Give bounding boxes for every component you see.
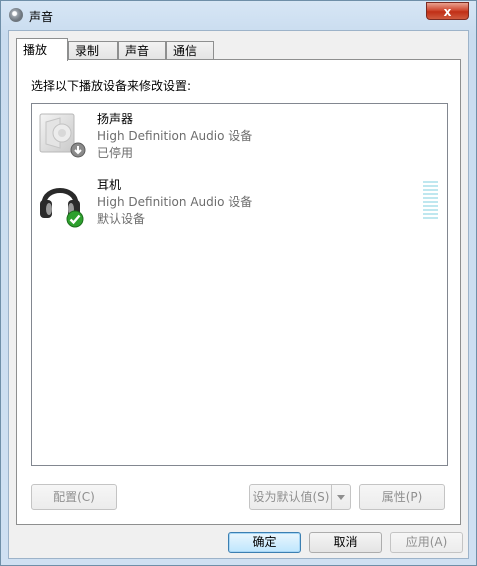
- dialog-client-area: 播放 录制 声音 通信 选择以下播放设备来修改设置: 扬声器 High Defi…: [8, 30, 469, 559]
- configure-button[interactable]: 配置(C): [31, 484, 117, 510]
- properties-button[interactable]: 属性(P): [359, 484, 445, 510]
- chevron-down-icon[interactable]: [331, 485, 350, 509]
- apply-button[interactable]: 应用(A): [390, 532, 463, 553]
- window-title: 声音: [29, 10, 54, 24]
- list-item-speaker[interactable]: 扬声器 High Definition Audio 设备 已停用: [34, 108, 444, 172]
- close-button[interactable]: x: [426, 2, 469, 20]
- list-item-headphones[interactable]: 耳机 High Definition Audio 设备 默认设备: [34, 174, 444, 238]
- device-status: 默认设备: [97, 212, 146, 226]
- ok-button[interactable]: 确定: [228, 532, 301, 553]
- set-default-label: 设为默认值(S): [252, 490, 330, 504]
- device-status: 已停用: [97, 146, 134, 160]
- speaker-app-icon: [9, 8, 23, 22]
- title-bar[interactable]: 声音 x: [1, 1, 476, 29]
- tab-recording[interactable]: 录制: [68, 41, 118, 60]
- sound-dialog-window: 声音 x 播放 录制 声音 通信 选择以下播放设备来修改设置: 扬声器 High…: [0, 0, 477, 566]
- disabled-arrow-badge-icon: [70, 142, 86, 158]
- device-list[interactable]: 扬声器 High Definition Audio 设备 已停用 耳机 High…: [31, 103, 448, 466]
- volume-level-meter: [423, 181, 438, 221]
- tab-sounds[interactable]: 声音: [118, 41, 166, 60]
- tab-communications[interactable]: 通信: [166, 41, 214, 60]
- default-check-badge-icon: [66, 210, 84, 228]
- set-default-split-button[interactable]: 设为默认值(S): [249, 484, 351, 510]
- device-description: High Definition Audio 设备: [97, 129, 253, 143]
- cancel-button[interactable]: 取消: [309, 532, 382, 553]
- device-name: 扬声器: [97, 112, 134, 126]
- device-description: High Definition Audio 设备: [97, 195, 253, 209]
- playback-panel: 选择以下播放设备来修改设置: 扬声器 High Definition Audio…: [16, 59, 461, 525]
- tab-playback[interactable]: 播放: [16, 38, 68, 61]
- device-name: 耳机: [97, 178, 122, 192]
- instruction-text: 选择以下播放设备来修改设置:: [31, 79, 192, 93]
